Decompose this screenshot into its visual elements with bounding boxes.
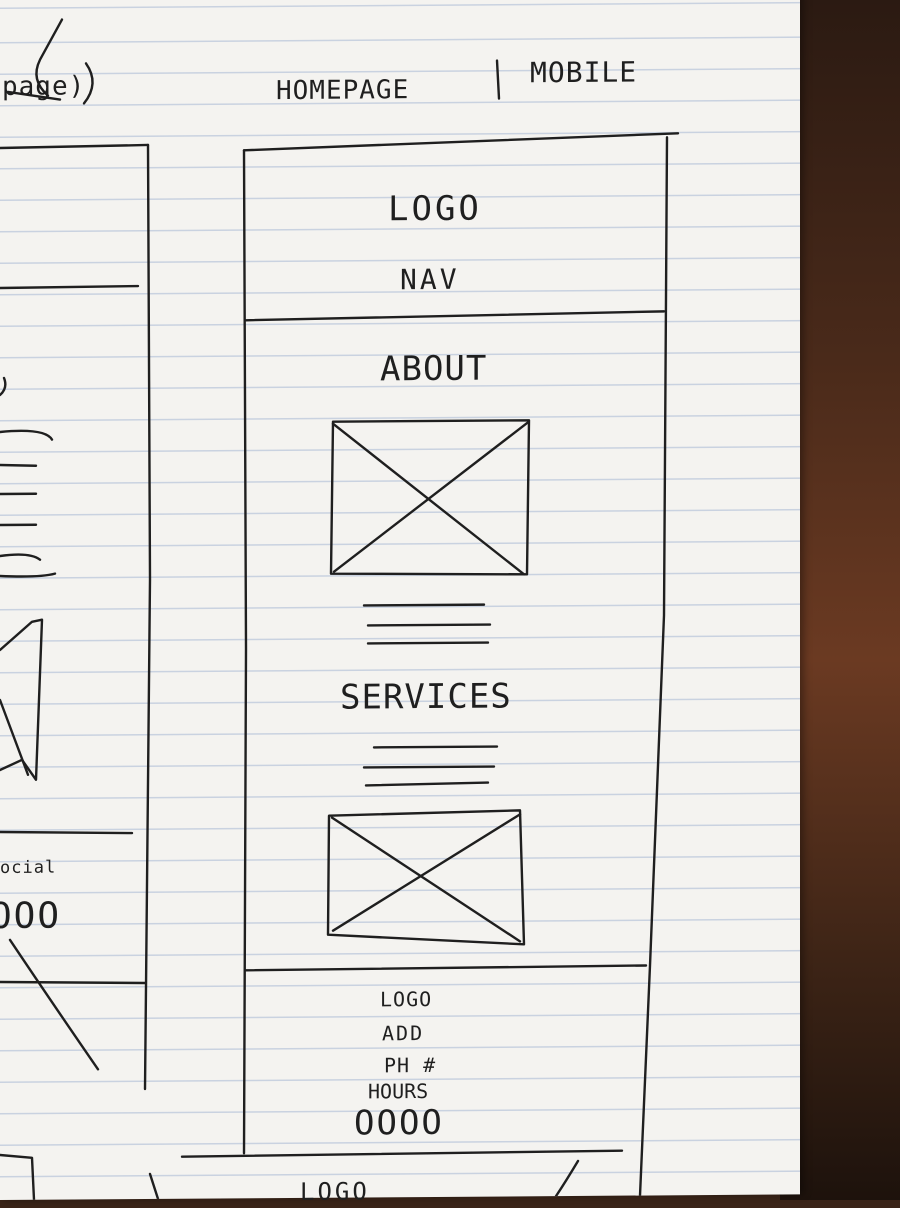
about-image-placeholder: [329, 419, 531, 576]
about-text-lines: [362, 603, 492, 645]
wireframe-logo: LOGO: [388, 188, 482, 230]
left-social-label: ocial: [0, 857, 57, 878]
services-text-lines: [362, 745, 499, 787]
footer-logo: LOGO: [380, 986, 433, 1012]
services-image-placeholder: [326, 809, 526, 946]
next-page-logo-fragment: LOGO: [300, 1177, 370, 1206]
footer-social-icons: OOOO: [354, 1102, 444, 1144]
notebook-page: page) ocial OOO HOMEPAGE MOBILE LOGO NAV…: [0, 0, 800, 1206]
footer-phone: PH #: [384, 1052, 437, 1078]
left-page-title-fragment: page): [2, 71, 86, 102]
wireframe-nav: NAV: [400, 262, 460, 297]
services-heading: SERVICES: [340, 676, 512, 718]
footer-hours: HOURS: [368, 1079, 429, 1104]
about-heading: ABOUT: [380, 348, 488, 390]
page-title: HOMEPAGE: [276, 75, 410, 107]
page-variant: MOBILE: [530, 55, 638, 90]
left-wireframe-fragment: [0, 143, 152, 1201]
sketch-strokes: [0, 18, 680, 1201]
header-divider: [495, 59, 501, 100]
footer-address: ADD: [382, 1021, 425, 1046]
left-social-icons: OOO: [0, 895, 62, 938]
